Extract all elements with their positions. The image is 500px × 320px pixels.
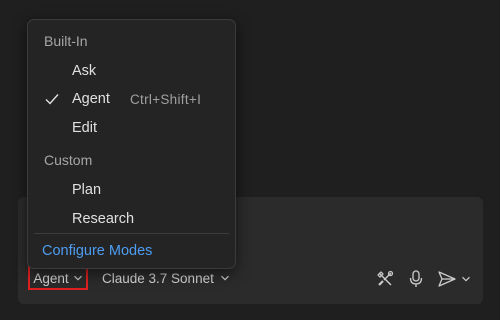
chevron-down-icon [73,273,83,283]
send-options-chevron-icon[interactable] [461,274,471,284]
chevron-down-icon [220,273,230,283]
model-picker-label: Claude 3.7 Sonnet [102,270,214,286]
menu-item-ask[interactable]: Ask [32,58,231,84]
menu-item-label: Research [72,211,135,227]
configure-modes-link[interactable]: Configure Modes [42,243,152,259]
tools-icon[interactable] [375,269,395,289]
menu-item-label: Plan [72,182,102,198]
menu-item-keybinding: Ctrl+Shift+I [130,91,202,107]
send-icon[interactable] [437,269,457,289]
microphone-icon[interactable] [407,269,425,289]
check-icon [44,91,60,111]
mode-dropdown-menu: Built-In Ask Agent Ctrl+Shift+I Edit Cus… [27,19,236,269]
model-picker-button[interactable]: Claude 3.7 Sonnet [102,266,230,290]
menu-item-label: Edit [72,120,97,136]
menu-item-label: Ask [72,63,97,79]
builtin-section-header: Built-In [44,33,88,49]
custom-section-header: Custom [44,152,93,168]
mode-picker-label: Agent [33,270,69,286]
menu-item-plan[interactable]: Plan [32,177,231,203]
chat-toolbar: Agent Claude 3.7 Sonnet [18,264,483,304]
mode-picker-button[interactable]: Agent [28,266,88,290]
menu-item-research[interactable]: Research [32,206,231,232]
menu-divider [34,233,229,234]
menu-item-label: Agent [72,91,110,107]
menu-item-agent[interactable]: Agent Ctrl+Shift+I [32,86,231,112]
menu-item-edit[interactable]: Edit [32,115,231,141]
